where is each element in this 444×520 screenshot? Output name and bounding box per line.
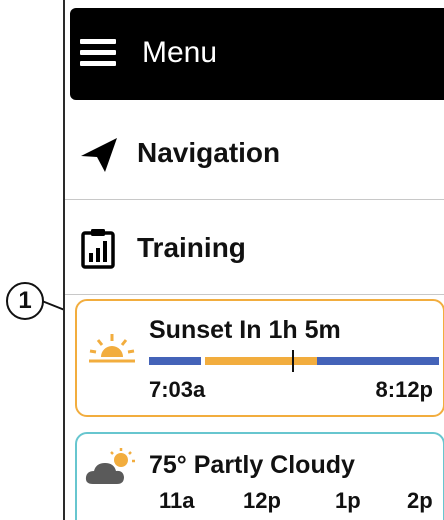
sunset-glance-card[interactable]: Sunset In 1h 5m 7:03a 8:12p xyxy=(75,299,444,417)
training-label: Training xyxy=(137,232,246,263)
timeline-day-segment-end xyxy=(301,357,313,365)
timeline-now-marker xyxy=(292,350,294,372)
forecast-hours: 11a 12p 1p 2p xyxy=(77,488,444,514)
sunset-title: Sunset In 1h 5m xyxy=(149,316,341,344)
menu-item-training[interactable]: Training xyxy=(65,201,444,295)
forecast-hour: 11a xyxy=(159,488,195,513)
sunset-time: 8:12p xyxy=(375,377,433,402)
sunset-icon xyxy=(89,334,135,363)
menu-item-navigation[interactable]: Navigation xyxy=(65,106,444,200)
training-icon xyxy=(81,229,115,269)
hamburger-icon xyxy=(80,39,116,67)
menu-button[interactable]: Menu xyxy=(70,8,444,100)
sunset-timeline-bar xyxy=(149,350,439,372)
sunrise-time: 7:03a xyxy=(149,377,206,402)
weather-glance-card[interactable]: 75° Partly Cloudy 11a 12p 1p 2p xyxy=(75,432,444,520)
forecast-hour: 12p xyxy=(243,488,281,513)
partly-cloudy-icon xyxy=(85,448,135,484)
weather-title: 75° Partly Cloudy xyxy=(149,451,355,479)
menu-label: Menu xyxy=(142,36,218,69)
forecast-hour: 2p xyxy=(407,488,433,513)
timeline-night-segment-right xyxy=(317,357,439,365)
forecast-hour: 1p xyxy=(335,488,361,513)
figure-canvas: 1 Menu Navigation Training Sunset In 1h … xyxy=(0,0,444,520)
timeline-night-segment-left xyxy=(149,357,201,365)
device-screen: Menu Navigation Training Sunset In 1h 5m… xyxy=(63,0,444,520)
navigation-label: Navigation xyxy=(137,137,281,168)
navigation-arrow-icon xyxy=(81,138,117,172)
callout-badge: 1 xyxy=(6,282,44,320)
